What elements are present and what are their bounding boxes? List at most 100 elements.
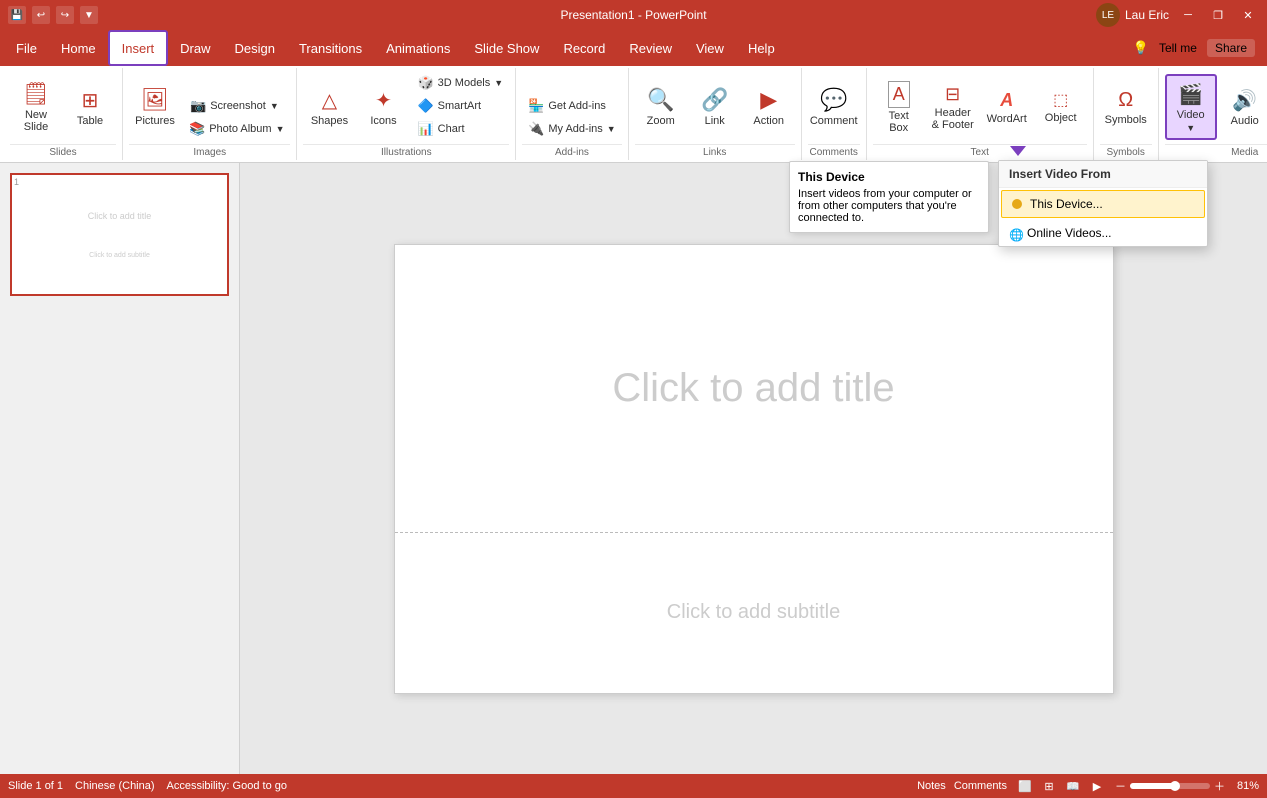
menu-transitions[interactable]: Transitions bbox=[287, 30, 374, 66]
object-btn[interactable]: ⬚ Object bbox=[1035, 74, 1087, 140]
slide-canvas-area: Click to add title Click to add subtitle bbox=[240, 163, 1267, 774]
slide-title-placeholder[interactable]: Click to add title bbox=[395, 245, 1113, 533]
this-device-item[interactable]: This Device... bbox=[1001, 190, 1205, 218]
menu-review[interactable]: Review bbox=[617, 30, 684, 66]
menu-animations[interactable]: Animations bbox=[374, 30, 462, 66]
user-avatar: LE bbox=[1096, 3, 1120, 27]
chart-btn[interactable]: 📊 Chart bbox=[411, 118, 509, 140]
ribbon-group-illustrations: △ Shapes ✦ Icons 🎲 3D Models ▼ 🔷 SmartAr… bbox=[297, 68, 516, 160]
video-dropdown-icon: ▼ bbox=[1186, 123, 1195, 133]
ribbon-group-media: 🎬 Video ▼ 🔊 Audio ⏺ Screen Recording Med… bbox=[1159, 68, 1267, 160]
zoom-fill bbox=[1130, 783, 1174, 789]
link-btn[interactable]: 🔗 Link bbox=[689, 74, 741, 140]
notes-btn[interactable]: Notes bbox=[917, 780, 946, 792]
zoom-slider[interactable] bbox=[1130, 783, 1210, 789]
menu-help[interactable]: Help bbox=[736, 30, 787, 66]
comment-btn[interactable]: 💬 Comment bbox=[808, 74, 860, 140]
chart-label: Chart bbox=[438, 123, 465, 135]
menu-home[interactable]: Home bbox=[49, 30, 108, 66]
header-footer-icon: ⊟ bbox=[945, 84, 960, 105]
menu-design[interactable]: Design bbox=[223, 30, 287, 66]
undo-qat-btn[interactable]: ↩ bbox=[32, 6, 50, 24]
link-icon: 🔗 bbox=[701, 87, 728, 113]
icons-btn[interactable]: ✦ Icons bbox=[357, 74, 409, 140]
smartart-label: SmartArt bbox=[438, 100, 481, 112]
this-device-label: This Device... bbox=[1030, 197, 1103, 211]
shapes-btn[interactable]: △ Shapes bbox=[303, 74, 355, 140]
video-label: Video bbox=[1177, 109, 1205, 121]
online-videos-item[interactable]: 🌐 Online Videos... bbox=[999, 220, 1207, 246]
share-btn[interactable]: Share bbox=[1207, 39, 1255, 57]
audio-btn[interactable]: 🔊 Audio bbox=[1219, 74, 1267, 140]
minimize-btn[interactable]: ─ bbox=[1177, 4, 1199, 26]
zoom-thumb bbox=[1170, 781, 1180, 791]
new-slide-label: New Slide bbox=[24, 109, 48, 133]
insert-video-dropdown: This Device Insert videos from your comp… bbox=[998, 160, 1208, 247]
table-btn[interactable]: ⊞ Table bbox=[64, 74, 116, 140]
zoom-level[interactable]: 81% bbox=[1229, 780, 1259, 792]
customize-qat-btn[interactable]: ▼ bbox=[80, 6, 98, 24]
close-btn[interactable]: ✕ bbox=[1237, 4, 1259, 26]
addins-col: 🏪 Get Add-ins 🔌 My Add-ins ▼ bbox=[522, 95, 622, 140]
models-smartart-chart-col: 🎲 3D Models ▼ 🔷 SmartArt 📊 Chart bbox=[411, 72, 509, 140]
slide-thumb-title: Click to add title bbox=[88, 211, 152, 221]
restore-btn[interactable]: ❐ bbox=[1207, 4, 1229, 26]
menu-record[interactable]: Record bbox=[551, 30, 617, 66]
ribbon-group-links: 🔍 Zoom 🔗 Link ▶ Action Links bbox=[629, 68, 802, 160]
ribbon-group-text: A Text Box ⊟ Header & Footer A WordArt ⬚… bbox=[867, 68, 1094, 160]
menu-file[interactable]: File bbox=[4, 30, 49, 66]
menu-view[interactable]: View bbox=[684, 30, 736, 66]
slideshow-btn[interactable]: ▶ bbox=[1087, 778, 1107, 794]
textbox-btn[interactable]: A Text Box bbox=[873, 74, 925, 140]
symbols-label: Symbols bbox=[1105, 114, 1147, 126]
menu-slideshow[interactable]: Slide Show bbox=[462, 30, 551, 66]
audio-icon: 🔊 bbox=[1232, 88, 1257, 113]
video-btn[interactable]: 🎬 Video ▼ bbox=[1165, 74, 1217, 140]
save-qat-btn[interactable]: 💾 bbox=[8, 6, 26, 24]
models-3d-label: 3D Models bbox=[438, 77, 491, 89]
accessibility-info: Accessibility: Good to go bbox=[167, 780, 287, 792]
slide-sorter-btn[interactable]: ⊞ bbox=[1039, 778, 1059, 794]
pictures-label: Pictures bbox=[135, 115, 175, 127]
pictures-btn[interactable]: 🖼 Pictures bbox=[129, 74, 181, 140]
media-group-label: Media bbox=[1165, 144, 1267, 158]
addins-group-content: 🏪 Get Add-ins 🔌 My Add-ins ▼ bbox=[522, 70, 622, 142]
ribbon: 🗒 New Slide ⊞ Table Slides 🖼 Pictures 📷 … bbox=[0, 66, 1267, 163]
photo-album-btn[interactable]: 📚 Photo Album ▼ bbox=[183, 118, 290, 140]
user-area: LE Lau Eric bbox=[1096, 3, 1169, 27]
zoom-in-btn[interactable]: ＋ bbox=[1214, 778, 1225, 794]
zoom-icon: 🔍 bbox=[647, 87, 674, 113]
slide-subtitle-placeholder[interactable]: Click to add subtitle bbox=[395, 533, 1113, 693]
symbols-btn[interactable]: Ω Symbols bbox=[1100, 74, 1152, 140]
illustrations-group-label: Illustrations bbox=[303, 144, 509, 158]
models-3d-btn[interactable]: 🎲 3D Models ▼ bbox=[411, 72, 509, 94]
new-slide-btn[interactable]: 🗒 New Slide bbox=[10, 74, 62, 140]
title-bar: 💾 ↩ ↪ ▼ Presentation1 - PowerPoint LE La… bbox=[0, 0, 1267, 30]
title-bar-right: LE Lau Eric ─ ❐ ✕ bbox=[1096, 3, 1259, 27]
zoom-out-btn[interactable]: － bbox=[1115, 778, 1126, 794]
my-addins-btn[interactable]: 🔌 My Add-ins ▼ bbox=[522, 118, 622, 140]
screenshot-btn[interactable]: 📷 Screenshot ▼ bbox=[183, 95, 290, 117]
pictures-icon: 🖼 bbox=[141, 87, 169, 113]
slide-thumbnail-1[interactable]: Click to add title Click to add subtitle… bbox=[10, 173, 229, 296]
header-footer-label: Header & Footer bbox=[932, 107, 974, 131]
menu-insert[interactable]: Insert bbox=[108, 30, 169, 66]
window-title: Presentation1 - PowerPoint bbox=[560, 8, 706, 22]
action-btn[interactable]: ▶ Action bbox=[743, 74, 795, 140]
redo-qat-btn[interactable]: ↪ bbox=[56, 6, 74, 24]
slide-canvas: Click to add title Click to add subtitle bbox=[394, 244, 1114, 694]
get-addins-btn[interactable]: 🏪 Get Add-ins bbox=[522, 95, 622, 117]
tell-me[interactable]: Tell me bbox=[1159, 41, 1197, 55]
comments-btn[interactable]: Comments bbox=[954, 780, 1007, 792]
ribbon-right: 💡 Tell me Share bbox=[1125, 30, 1263, 66]
normal-view-btn[interactable]: ⬜ bbox=[1015, 778, 1035, 794]
zoom-btn[interactable]: 🔍 Zoom bbox=[635, 74, 687, 140]
menu-draw[interactable]: Draw bbox=[168, 30, 222, 66]
table-label: Table bbox=[77, 115, 103, 127]
wordart-btn[interactable]: A WordArt bbox=[981, 74, 1033, 140]
smartart-btn[interactable]: 🔷 SmartArt bbox=[411, 95, 509, 117]
audio-label: Audio bbox=[1231, 115, 1259, 127]
header-footer-btn[interactable]: ⊟ Header & Footer bbox=[927, 74, 979, 140]
reading-view-btn[interactable]: 📖 bbox=[1063, 778, 1083, 794]
photo-album-icon: 📚 bbox=[189, 121, 205, 137]
